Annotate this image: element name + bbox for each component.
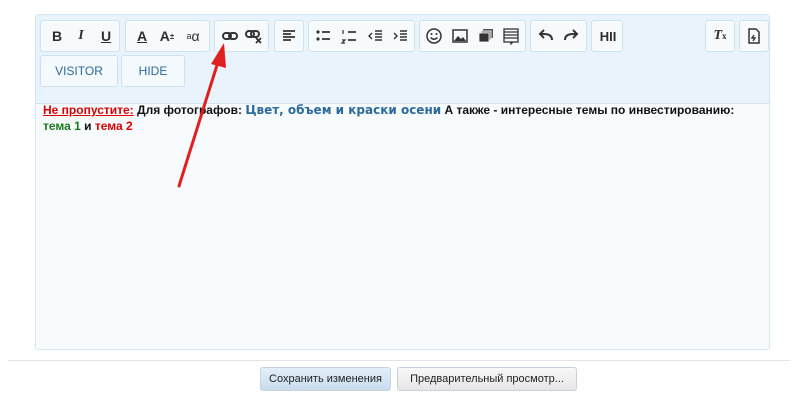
autumn-link[interactable]: Цвет, объем и краски осени: [245, 103, 441, 117]
remove-format-button[interactable]: Tx: [709, 25, 731, 47]
remove-format-letter: T: [713, 28, 723, 43]
numbered-list-icon[interactable]: [338, 25, 360, 47]
editor-toolbar: B I U A A ± aα HII T x VISITOR HIDE: [36, 15, 769, 104]
bold-button[interactable]: B: [46, 25, 68, 47]
heading-group: HII: [591, 20, 623, 52]
dont-miss-label: Не пропустите:: [43, 103, 134, 117]
format-group: Tx: [705, 20, 735, 52]
table-icon[interactable]: [500, 25, 522, 47]
save-changes-button[interactable]: Сохранить изменения: [260, 367, 391, 391]
redo-icon[interactable]: [560, 25, 582, 47]
history-group: [530, 20, 587, 52]
for-photographers-text: Для фотографов:: [137, 103, 243, 117]
outdent-icon[interactable]: [364, 25, 386, 47]
italic-button[interactable]: I: [70, 25, 92, 47]
unlink-icon[interactable]: [243, 25, 265, 47]
underline-button[interactable]: U: [95, 25, 117, 47]
rich-text-editor: B I U A A ± aα HII T x VISITOR HIDE Не п…: [35, 14, 770, 350]
hide-button[interactable]: HIDE: [121, 55, 185, 87]
heading-button[interactable]: HII: [595, 25, 621, 47]
insert-group: [419, 20, 526, 52]
undo-icon[interactable]: [535, 25, 557, 47]
font-size-button[interactable]: A ±: [156, 25, 178, 47]
superscript-sub: α: [191, 28, 200, 44]
font-size-sign: ±: [169, 31, 175, 41]
link-group: [214, 20, 269, 52]
remove-format-sub: x: [722, 31, 727, 41]
and-text: и: [84, 119, 92, 133]
smiley-icon[interactable]: [423, 25, 445, 47]
divider: [8, 360, 790, 361]
align-group: [274, 20, 304, 52]
list-group: [308, 20, 415, 52]
align-left-icon[interactable]: [278, 25, 300, 47]
link-icon[interactable]: [219, 25, 241, 47]
font-group: A A ± aα: [125, 20, 210, 52]
indent-icon[interactable]: [389, 25, 411, 47]
bulleted-list-icon[interactable]: [312, 25, 334, 47]
source-group: [739, 20, 769, 52]
font-size-letter: A: [159, 28, 170, 44]
also-text: А также - интересные темы по инвестирова…: [444, 103, 735, 117]
superscript-button[interactable]: aα: [182, 25, 204, 47]
font-color-button[interactable]: A: [131, 25, 153, 47]
visitor-button[interactable]: VISITOR: [40, 55, 118, 87]
preview-button[interactable]: Предварительный просмотр...: [397, 367, 577, 391]
topic-2-link[interactable]: тема 2: [95, 119, 133, 133]
topic-1-link[interactable]: тема 1: [43, 119, 81, 133]
image-icon[interactable]: [449, 25, 471, 47]
media-icon[interactable]: [475, 25, 497, 47]
toggle-editor-icon[interactable]: [743, 25, 765, 47]
editor-content[interactable]: Не пропустите: Для фотографов: Цвет, объ…: [43, 102, 763, 134]
text-style-group: B I U: [40, 20, 120, 52]
